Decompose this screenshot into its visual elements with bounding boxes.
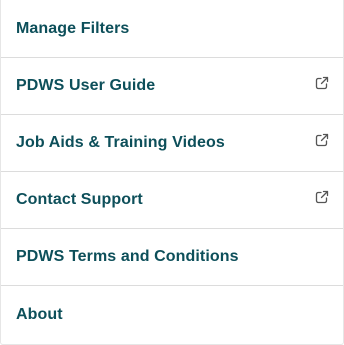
menu-item-label: Job Aids & Training Videos bbox=[16, 134, 225, 151]
external-link-icon bbox=[315, 133, 329, 147]
menu-item-manage-filters[interactable]: Manage Filters bbox=[1, 0, 343, 58]
menu-item-label: Manage Filters bbox=[16, 19, 130, 37]
external-link-icon bbox=[315, 76, 329, 90]
menu-item-pdws-user-guide[interactable]: PDWS User Guide bbox=[1, 58, 343, 115]
menu-item-label: PDWS Terms and Conditions bbox=[16, 248, 239, 265]
menu-item-about[interactable]: About bbox=[1, 286, 343, 344]
menu-item-label: Contact Support bbox=[16, 191, 143, 208]
user-menu-dropdown: Manage Filters PDWS User Guide Job Aids … bbox=[0, 0, 344, 345]
menu-item-contact-support[interactable]: Contact Support bbox=[1, 172, 343, 229]
menu-item-label: PDWS User Guide bbox=[16, 77, 156, 94]
menu-item-pdws-terms-and-conditions[interactable]: PDWS Terms and Conditions bbox=[1, 229, 343, 286]
menu-item-label: About bbox=[16, 306, 63, 323]
menu-item-job-aids-training-videos[interactable]: Job Aids & Training Videos bbox=[1, 115, 343, 172]
external-link-icon bbox=[315, 190, 329, 204]
